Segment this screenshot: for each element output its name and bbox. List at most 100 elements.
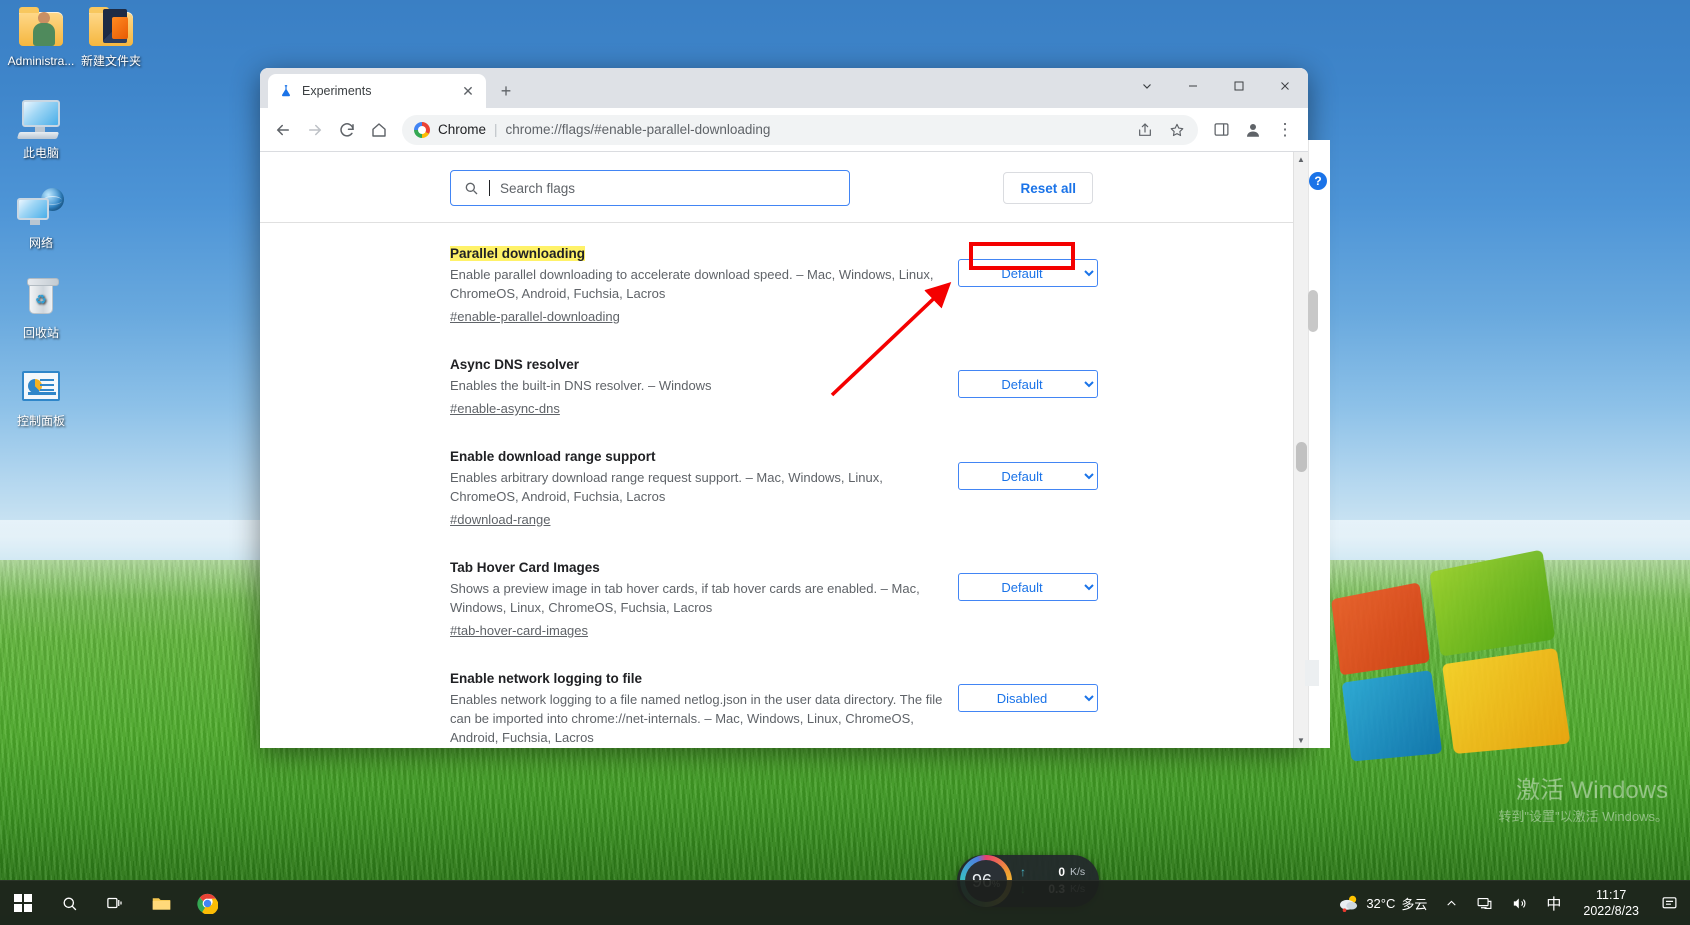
flag-anchor-link[interactable]: #enable-async-dns [450,401,560,416]
tab-close-icon[interactable]: ✕ [460,83,476,99]
close-window-button[interactable] [1262,68,1308,104]
browser-title-bar: Experiments ✕ + [260,68,1308,108]
home-icon[interactable] [364,115,394,145]
page-scrollbar[interactable]: ▲ ▼ [1293,152,1308,748]
upload-unit: K/s [1070,864,1085,881]
windows-taskbar: 32°C 多云 中 11:17 2022/8/23 [0,880,1690,925]
side-panel-icon[interactable] [1206,115,1236,145]
star-icon[interactable] [1162,115,1192,145]
taskbar-search-button[interactable] [46,881,92,925]
tab-title: Experiments [302,84,452,98]
desktop-icon-administrator[interactable]: Administra... [2,6,80,68]
outer-scrollbar-thumb[interactable] [1308,290,1318,332]
windows-logo-icon [14,894,32,912]
flag-title: Enable network logging to file [450,671,642,686]
chrome-logo-icon [414,122,430,138]
flag-row: Tab Hover Card Images Shows a preview im… [260,559,1293,640]
flags-search-row: Search flags Reset all [260,152,1293,223]
flag-select-wrapper: Default Enabled Disabled [958,462,1098,490]
volume-icon[interactable] [1507,881,1532,925]
omnibox-divider: | [494,122,498,137]
maximize-button[interactable] [1216,68,1262,104]
search-input[interactable]: Search flags [450,170,850,206]
network-tray-icon[interactable] [1472,881,1497,925]
search-icon [463,180,479,196]
task-view-button[interactable] [92,881,138,925]
flag-description: Enables network logging to a file named … [450,690,950,747]
reload-icon[interactable] [332,115,362,145]
minimize-button[interactable] [1170,68,1216,104]
flag-anchor-link[interactable]: #tab-hover-card-images [450,623,588,638]
help-badge-icon[interactable]: ? [1309,172,1327,190]
watermark-line1: 激活 Windows [1498,778,1668,804]
weather-cloud-icon [1338,894,1360,912]
start-button[interactable] [0,881,46,925]
desktop-icon-new-folder[interactable]: 新建文件夹 [72,6,150,68]
address-bar[interactable]: Chrome | chrome://flags/#enable-parallel… [402,115,1198,145]
desktop-icon-recycle-bin[interactable]: ♻ 回收站 [2,278,80,340]
flag-select-wrapper: Default Enabled Disabled [958,259,1098,287]
flag-value-select[interactable]: Default Enabled Disabled [958,573,1098,601]
file-explorer-button[interactable] [138,881,184,925]
flag-anchor-link[interactable]: #enable-parallel-downloading [450,309,620,324]
reset-all-button[interactable]: Reset all [1003,172,1093,204]
window-controls [1124,68,1308,108]
flag-title: Parallel downloading [450,246,585,261]
search-tabs-button[interactable] [1124,68,1170,104]
scroll-down-arrow-icon[interactable]: ▼ [1294,733,1308,748]
share-icon[interactable] [1130,115,1160,145]
network-icon [17,188,65,232]
desktop-icon-network[interactable]: 网络 [2,188,80,250]
notification-icon[interactable] [1657,881,1682,925]
flag-title: Async DNS resolver [450,357,579,372]
desktop-icon-label: 网络 [2,236,80,250]
omnibox-scheme-label: Chrome [438,122,486,137]
ime-indicator[interactable]: 中 [1542,881,1565,925]
browser-menu-icon[interactable]: ⋮ [1270,115,1300,145]
tray-overflow-chevron-icon[interactable] [1441,881,1462,925]
desktop: Administra... 新建文件夹 此电脑 网络 ♻ 回收站 控制面板 [0,0,1690,925]
page-viewport: Search flags Reset all Parallel download… [260,152,1308,748]
desktop-icon-control-panel[interactable]: 控制面板 [2,366,80,428]
flags-list: Parallel downloading Enable parallel dow… [260,223,1293,748]
flag-value-select[interactable]: Default Enabled Disabled [958,370,1098,398]
flag-value-select[interactable]: Default Enabled Disabled [958,684,1098,712]
tab-strip: Experiments ✕ + [260,74,520,108]
user-folder-icon [17,6,65,50]
taskbar-clock[interactable]: 11:17 2022/8/23 [1575,887,1647,919]
flag-row: Async DNS resolver Enables the built-in … [260,356,1293,418]
flag-title: Tab Hover Card Images [450,560,600,575]
flag-info: Async DNS resolver Enables the built-in … [450,356,950,418]
clock-date: 2022/8/23 [1583,903,1639,919]
omnibox-url-text: chrome://flags/#enable-parallel-download… [506,122,1122,137]
flag-info: Parallel downloading Enable parallel dow… [450,245,950,326]
tab-experiments[interactable]: Experiments ✕ [268,74,486,108]
browser-toolbar: Chrome | chrome://flags/#enable-parallel… [260,108,1308,152]
weather-description: 多云 [1401,894,1427,913]
flag-info: Enable download range support Enables ar… [450,448,950,529]
desktop-icon-label: 此电脑 [2,146,80,160]
flag-value-select[interactable]: Default Enabled Disabled [958,462,1098,490]
search-placeholder: Search flags [500,181,575,196]
new-tab-button[interactable]: + [492,77,520,105]
scroll-up-arrow-icon[interactable]: ▲ [1294,152,1308,167]
flag-description: Enables the built-in DNS resolver. – Win… [450,376,950,395]
scrollbar-thumb[interactable] [1296,442,1307,472]
desktop-icon-label: 回收站 [2,326,80,340]
back-icon[interactable] [268,115,298,145]
flag-value-select[interactable]: Default Enabled Disabled [958,259,1098,287]
profile-icon[interactable] [1238,115,1268,145]
upload-arrow-icon: ↑ [1020,864,1026,881]
page-right-edge-strip [1308,140,1330,748]
flag-anchor-link[interactable]: #download-range [450,512,550,527]
weather-widget[interactable]: 32°C 多云 [1334,881,1431,925]
outer-scrollbar-track[interactable] [1305,660,1319,686]
flag-description: Enables arbitrary download range request… [450,468,950,506]
forward-icon[interactable] [300,115,330,145]
upload-row: ↑ 0 K/s [1020,864,1085,881]
chrome-taskbar-button[interactable] [184,881,230,925]
desktop-icon-this-pc[interactable]: 此电脑 [2,98,80,160]
clock-time: 11:17 [1583,887,1639,903]
flag-select-wrapper: Default Enabled Disabled [958,684,1098,712]
folder-icon [87,6,135,50]
